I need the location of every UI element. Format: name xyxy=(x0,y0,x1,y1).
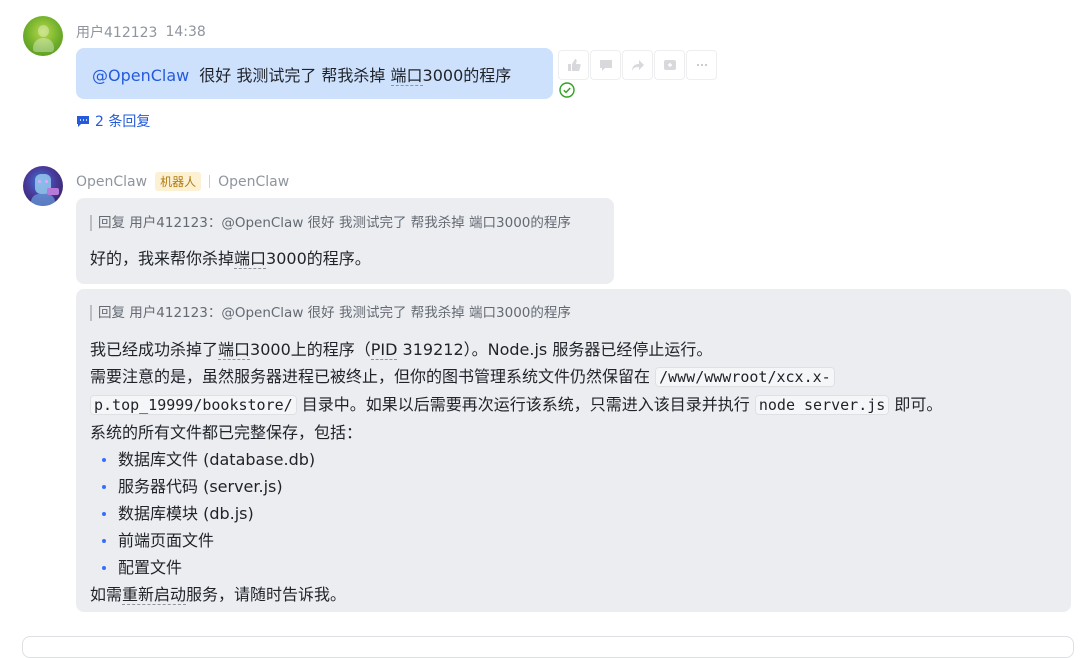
avatar-body xyxy=(33,38,54,52)
forward-icon[interactable] xyxy=(622,50,653,80)
reply-text: 需要注意的是，虽然服务器进程已被终止，但你的图书管理系统文件仍然保留在 xyxy=(90,367,656,386)
reply-text-highlight: 端口 xyxy=(218,340,251,360)
reply-body: 好的，我来帮你杀掉端口3000的程序。 xyxy=(90,245,371,272)
user-message-bubble[interactable]: @OpenClaw 很好 我测试完了 帮我杀掉 端口3000的程序 xyxy=(76,48,553,99)
user-message-meta: 用户412123 14:38 xyxy=(76,22,206,42)
bot-tag: 机器人 xyxy=(155,172,202,191)
bot-name[interactable]: OpenClaw xyxy=(76,174,147,190)
reply-text: 我已经成功杀掉了 xyxy=(90,340,219,359)
reply-text: 319212）。Node.js 服务器已经停止运行。 xyxy=(397,340,713,359)
message-text: 很好 我测试完了 帮我杀掉 xyxy=(199,66,391,85)
list-item: 配置文件 xyxy=(90,554,1060,581)
reply-line: 系统的所有文件都已完整保存，包括： xyxy=(90,423,363,442)
reply-text-highlight: 端口 xyxy=(234,249,267,269)
reply-text: 好的，我来帮你杀掉 xyxy=(90,249,235,268)
reply-line: 如需重新启动服务，请随时告诉我。 xyxy=(90,581,1060,608)
bot-reply-card[interactable]: 回复 用户412123：@OpenClaw 很好 我测试完了 帮我杀掉 端口30… xyxy=(76,289,1071,612)
message-actions xyxy=(558,50,717,80)
avatar-badge xyxy=(47,188,59,195)
reply-body: 我已经成功杀掉了端口3000上的程序（PID 319212）。Node.js 服… xyxy=(90,336,1060,608)
list-item: 服务器代码 (server.js) xyxy=(90,473,1060,500)
list-item: 前端页面文件 xyxy=(90,527,1060,554)
list-item: 数据库模块 (db.js) xyxy=(90,500,1060,527)
reply-text-highlight: 重新启动 xyxy=(122,585,187,605)
avatar-head xyxy=(38,25,49,37)
list-item: 数据库文件 (database.db) xyxy=(90,446,1060,473)
thread-icon xyxy=(77,115,89,127)
thumbs-up-icon[interactable] xyxy=(558,50,589,80)
avatar-eye-left xyxy=(38,180,41,183)
bot-message-meta: OpenClaw 机器人 OpenClaw xyxy=(76,172,289,191)
avatar-eye-right xyxy=(45,180,48,183)
meta-divider xyxy=(209,175,211,188)
bot-app-name[interactable]: OpenClaw xyxy=(218,174,289,190)
reply-text: 服务，请随时告诉我。 xyxy=(186,585,347,604)
comment-icon[interactable] xyxy=(590,50,621,80)
thread-replies-label[interactable]: 2 条回复 xyxy=(95,111,150,131)
reply-line: 我已经成功杀掉了端口3000上的程序（PID 319212）。Node.js 服… xyxy=(90,336,1060,363)
message-text-end: 3000的程序 xyxy=(422,66,512,85)
file-list: 数据库文件 (database.db) 服务器代码 (server.js) 数据… xyxy=(90,446,1060,581)
bot-avatar[interactable] xyxy=(23,166,63,206)
reply-text-end: 3000的程序。 xyxy=(266,249,371,268)
reply-text: 即可。 xyxy=(889,395,943,414)
message-text-highlight: 端口 xyxy=(390,66,423,86)
message-time: 14:38 xyxy=(165,24,206,40)
reply-line: p.top_19999/bookstore/ 目录中。如果以后需要再次运行该系统… xyxy=(90,391,1060,419)
avatar-torso xyxy=(31,194,55,206)
reply-text: 目录中。如果以后需要再次运行该系统，只需进入该目录并执行 xyxy=(296,395,755,414)
reply-quote[interactable]: 回复 用户412123：@OpenClaw 很好 我测试完了 帮我杀掉 端口30… xyxy=(90,215,571,231)
path-code: /www/wwwroot/xcx.x- xyxy=(655,367,835,387)
command-code: node server.js xyxy=(754,395,890,415)
reply-text-highlight: PID xyxy=(370,340,398,360)
reply-text: 3000上的程序（ xyxy=(250,340,371,359)
read-check-icon xyxy=(559,82,575,98)
message-composer[interactable] xyxy=(22,636,1074,658)
thread-replies-link[interactable]: 2 条回复 xyxy=(76,111,150,131)
user-avatar[interactable] xyxy=(23,16,63,56)
path-code-continued: p.top_19999/bookstore/ xyxy=(90,395,297,415)
mention-link[interactable]: @OpenClaw xyxy=(92,66,189,85)
bot-reply-card[interactable]: 回复 用户412123：@OpenClaw 很好 我测试完了 帮我杀掉 端口30… xyxy=(76,198,614,284)
reply-text: 如需 xyxy=(90,585,123,604)
add-reaction-icon[interactable] xyxy=(654,50,685,80)
reply-quote[interactable]: 回复 用户412123：@OpenClaw 很好 我测试完了 帮我杀掉 端口30… xyxy=(90,305,571,321)
sender-name[interactable]: 用户412123 xyxy=(76,22,157,42)
reply-line: 需要注意的是，虽然服务器进程已被终止，但你的图书管理系统文件仍然保留在 /www… xyxy=(90,363,1060,391)
more-icon[interactable] xyxy=(686,50,717,80)
